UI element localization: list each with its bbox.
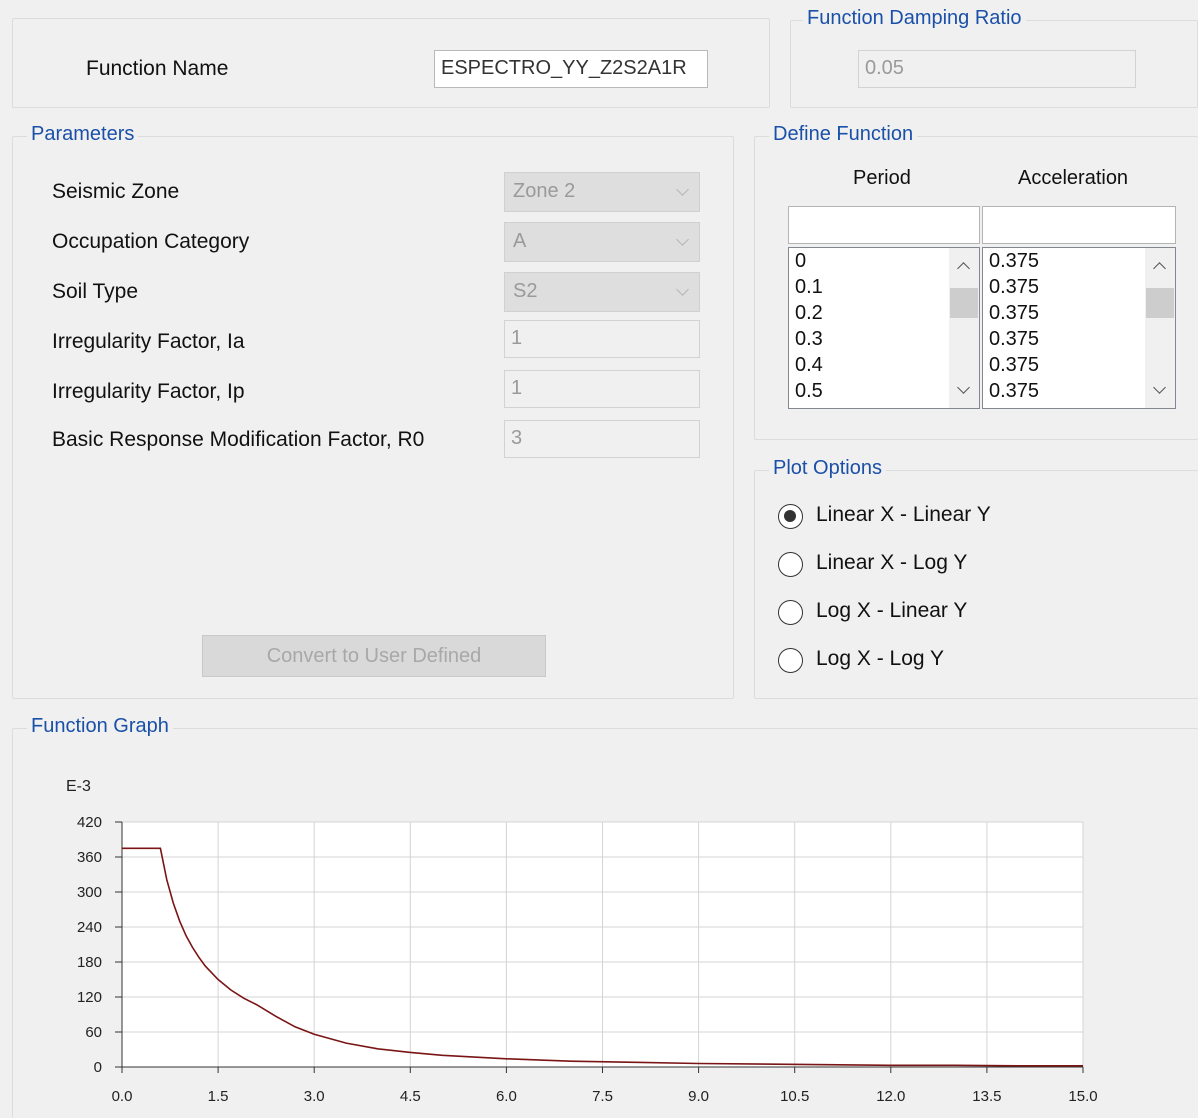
irregularity-ip-label: Irregularity Factor, Ip [52, 380, 245, 403]
function-name-label: Function Name [86, 57, 229, 80]
period-column-header: Period [853, 167, 911, 189]
soil-type-select[interactable]: S2 [504, 272, 700, 312]
chevron-down-icon [676, 283, 689, 296]
occupation-category-label: Occupation Category [52, 230, 250, 253]
radio-label: Linear X - Log Y [816, 551, 968, 574]
irregularity-ia-input[interactable]: 1 [504, 320, 700, 358]
parameters-group: Parameters [12, 123, 734, 699]
scroll-thumb[interactable] [950, 288, 978, 318]
scroll-thumb[interactable] [1146, 288, 1174, 318]
period-edit-cell[interactable] [788, 206, 980, 244]
parameters-group-title: Parameters [27, 123, 139, 146]
acceleration-scrollbar[interactable] [1145, 248, 1175, 408]
period-scrollbar[interactable] [949, 248, 979, 408]
radio-label: Log X - Linear Y [816, 599, 968, 622]
r0-label: Basic Response Modification Factor, R0 [52, 428, 425, 451]
soil-type-label: Soil Type [52, 280, 138, 303]
function-graph-group-title: Function Graph [27, 715, 173, 738]
radio-button-icon[interactable] [778, 552, 803, 577]
irregularity-ip-input[interactable]: 1 [504, 370, 700, 408]
acceleration-column-header: Acceleration [1018, 167, 1129, 189]
irregularity-ia-label: Irregularity Factor, Ia [52, 330, 245, 353]
function-name-input[interactable]: ESPECTRO_YY_Z2S2A1R [434, 50, 708, 88]
acceleration-list[interactable]: 0.375 0.375 0.375 0.375 0.375 0.375 [982, 247, 1176, 409]
damping-ratio-input[interactable]: 0.05 [858, 50, 1136, 88]
damping-group-title: Function Damping Ratio [803, 7, 1026, 30]
radio-label: Log X - Log Y [816, 647, 945, 670]
radio-button-icon[interactable] [778, 600, 803, 625]
plot-options-group-title: Plot Options [769, 457, 886, 480]
scroll-down-icon[interactable] [957, 381, 970, 394]
function-graph-group: Function Graph [12, 715, 1198, 1118]
radio-button-icon[interactable] [778, 648, 803, 673]
radio-button-icon[interactable] [778, 504, 803, 529]
occupation-category-value: A [513, 230, 527, 252]
scroll-up-icon[interactable] [1153, 262, 1166, 275]
chevron-down-icon [676, 183, 689, 196]
seismic-zone-label: Seismic Zone [52, 180, 180, 203]
seismic-zone-value: Zone 2 [513, 180, 576, 202]
radio-label: Linear X - Linear Y [816, 503, 991, 526]
seismic-zone-select[interactable]: Zone 2 [504, 172, 700, 212]
soil-type-value: S2 [513, 280, 538, 302]
r0-input[interactable]: 3 [504, 420, 700, 458]
convert-to-user-defined-button[interactable]: Convert to User Defined [202, 635, 546, 677]
occupation-category-select[interactable]: A [504, 222, 700, 262]
acceleration-edit-cell[interactable] [982, 206, 1176, 244]
scroll-down-icon[interactable] [1153, 381, 1166, 394]
define-function-group-title: Define Function [769, 123, 918, 146]
period-list[interactable]: 0 0.1 0.2 0.3 0.4 0.5 [788, 247, 980, 409]
chevron-down-icon [676, 233, 689, 246]
scroll-up-icon[interactable] [957, 262, 970, 275]
